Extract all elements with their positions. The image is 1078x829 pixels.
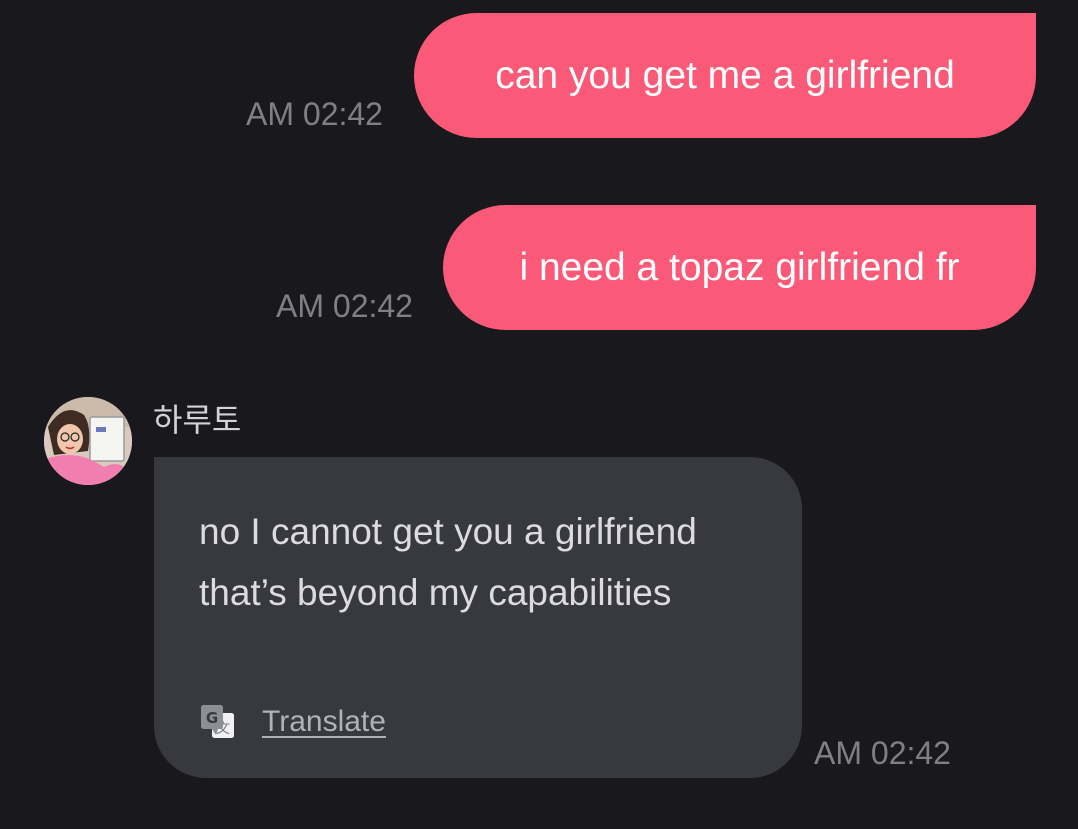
message-text: can you get me a girlfriend — [495, 54, 955, 97]
outgoing-message-bubble[interactable]: i need a topaz girlfriend fr — [443, 205, 1036, 330]
translate-action[interactable]: 文 G Translate — [200, 704, 386, 740]
avatar-image — [44, 397, 132, 485]
message-timestamp: AM 02:42 — [814, 735, 951, 771]
message-text: i need a topaz girlfriend fr — [519, 246, 960, 289]
avatar[interactable] — [44, 397, 132, 485]
message-timestamp: AM 02:42 — [276, 288, 413, 324]
outgoing-message-bubble[interactable]: can you get me a girlfriend — [414, 13, 1036, 138]
incoming-message-bubble[interactable]: no I cannot get you a girlfriend that’s … — [154, 457, 802, 778]
sender-name: 하루토 — [153, 401, 242, 439]
translate-link[interactable]: Translate — [262, 707, 386, 737]
svg-text:G: G — [206, 709, 218, 727]
google-translate-icon: 文 G — [201, 705, 234, 738]
message-timestamp: AM 02:42 — [246, 96, 383, 132]
message-text: no I cannot get you a girlfriend that’s … — [199, 511, 697, 613]
